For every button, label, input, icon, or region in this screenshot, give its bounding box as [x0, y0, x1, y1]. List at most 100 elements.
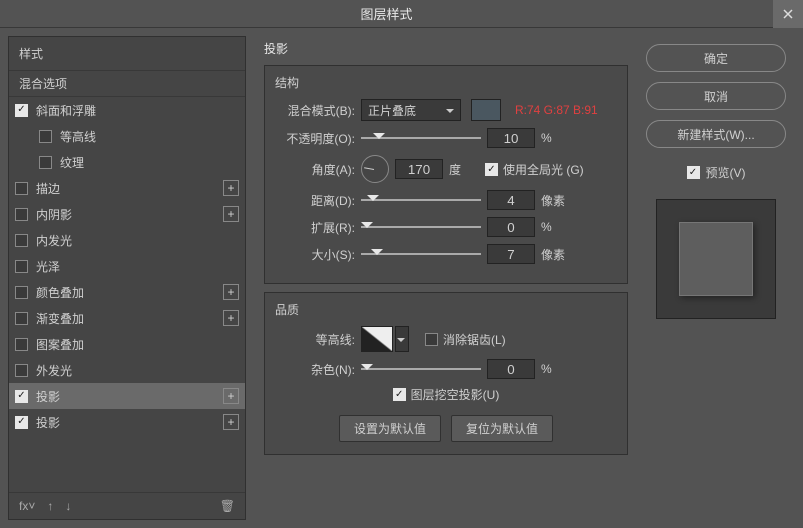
structure-group: 结构 混合模式(B): 正片叠底 R:74 G:87 B:91 不透明度(O):… — [264, 65, 628, 284]
style-label: 投影 — [36, 414, 223, 431]
knockout-checkbox[interactable]: 图层挖空投影(U) — [393, 386, 500, 403]
style-label: 描边 — [36, 180, 223, 197]
style-label: 斜面和浮雕 — [36, 102, 239, 119]
style-item-0[interactable]: 斜面和浮雕 — [9, 97, 245, 123]
style-label: 等高线 — [60, 128, 239, 145]
size-slider[interactable] — [361, 246, 481, 262]
style-item-3[interactable]: 描边+ — [9, 175, 245, 201]
style-checkbox[interactable] — [15, 390, 28, 403]
contour-picker[interactable] — [361, 326, 393, 352]
add-effect-icon[interactable]: + — [223, 414, 239, 430]
blend-options[interactable]: 混合选项 — [9, 71, 245, 97]
trash-icon[interactable]: 🗑 — [220, 499, 235, 513]
close-button[interactable] — [773, 0, 803, 28]
reset-default-button[interactable]: 复位为默认值 — [451, 415, 553, 442]
style-item-12[interactable]: 投影+ — [9, 409, 245, 435]
styles-header: 样式 — [9, 37, 245, 71]
ok-button[interactable]: 确定 — [646, 44, 786, 72]
dialog-title: 图层样式 — [0, 4, 773, 23]
style-item-11[interactable]: 投影+ — [9, 383, 245, 409]
style-item-9[interactable]: 图案叠加 — [9, 331, 245, 357]
style-checkbox[interactable] — [39, 156, 52, 169]
add-effect-icon[interactable]: + — [223, 180, 239, 196]
angle-input[interactable] — [395, 159, 443, 179]
structure-label: 结构 — [275, 74, 617, 91]
style-item-1[interactable]: 等高线 — [9, 123, 245, 149]
noise-slider[interactable] — [361, 361, 481, 377]
style-checkbox[interactable] — [15, 416, 28, 429]
angle-unit: 度 — [449, 161, 479, 178]
noise-label: 杂色(N): — [275, 361, 355, 378]
add-effect-icon[interactable]: + — [223, 310, 239, 326]
style-label: 图案叠加 — [36, 336, 239, 353]
section-title: 投影 — [256, 36, 636, 61]
style-label: 投影 — [36, 388, 223, 405]
style-item-10[interactable]: 外发光 — [9, 357, 245, 383]
style-label: 内发光 — [36, 232, 239, 249]
noise-unit: % — [541, 362, 571, 376]
contour-label: 等高线: — [275, 331, 355, 348]
style-item-2[interactable]: 纹理 — [9, 149, 245, 175]
style-checkbox[interactable] — [15, 104, 28, 117]
global-light-checkbox[interactable]: 使用全局光 (G) — [485, 161, 584, 178]
close-icon — [783, 9, 793, 19]
style-label: 内阴影 — [36, 206, 223, 223]
style-label: 颜色叠加 — [36, 284, 223, 301]
style-checkbox[interactable] — [15, 182, 28, 195]
color-swatch[interactable] — [471, 99, 501, 121]
style-checkbox[interactable] — [15, 364, 28, 377]
add-effect-icon[interactable]: + — [223, 388, 239, 404]
opacity-unit: % — [541, 131, 571, 145]
style-label: 渐变叠加 — [36, 310, 223, 327]
spread-input[interactable] — [487, 217, 535, 237]
style-checkbox[interactable] — [39, 130, 52, 143]
style-item-5[interactable]: 内发光 — [9, 227, 245, 253]
antialias-checkbox[interactable]: 消除锯齿(L) — [425, 331, 506, 348]
opacity-input[interactable] — [487, 128, 535, 148]
add-effect-icon[interactable]: + — [223, 284, 239, 300]
styles-panel: 样式 混合选项 斜面和浮雕等高线纹理描边+内阴影+内发光光泽颜色叠加+渐变叠加+… — [8, 36, 246, 520]
size-unit: 像素 — [541, 246, 571, 263]
set-default-button[interactable]: 设置为默认值 — [339, 415, 441, 442]
style-item-6[interactable]: 光泽 — [9, 253, 245, 279]
color-info: R:74 G:87 B:91 — [515, 103, 598, 117]
distance-input[interactable] — [487, 190, 535, 210]
contour-dropdown[interactable] — [395, 326, 409, 352]
blend-mode-dropdown[interactable]: 正片叠底 — [361, 99, 461, 121]
preview-swatch — [679, 222, 753, 296]
size-input[interactable] — [487, 244, 535, 264]
style-checkbox[interactable] — [15, 286, 28, 299]
distance-slider[interactable] — [361, 192, 481, 208]
opacity-label: 不透明度(O): — [275, 130, 355, 147]
style-item-7[interactable]: 颜色叠加+ — [9, 279, 245, 305]
add-effect-icon[interactable]: + — [223, 206, 239, 222]
style-item-4[interactable]: 内阴影+ — [9, 201, 245, 227]
spread-unit: % — [541, 220, 571, 234]
style-label: 外发光 — [36, 362, 239, 379]
distance-label: 距离(D): — [275, 192, 355, 209]
up-icon[interactable]: ↑ — [47, 499, 53, 513]
down-icon[interactable]: ↓ — [65, 499, 71, 513]
quality-group: 品质 等高线: 消除锯齿(L) 杂色(N): % 图层挖空投影(U) — [264, 292, 628, 455]
fx-icon[interactable]: fx˅ — [19, 499, 35, 513]
angle-dial[interactable] — [361, 155, 389, 183]
style-label: 纹理 — [60, 154, 239, 171]
style-label: 光泽 — [36, 258, 239, 275]
style-checkbox[interactable] — [15, 338, 28, 351]
new-style-button[interactable]: 新建样式(W)... — [646, 120, 786, 148]
style-item-8[interactable]: 渐变叠加+ — [9, 305, 245, 331]
distance-unit: 像素 — [541, 192, 571, 209]
spread-slider[interactable] — [361, 219, 481, 235]
preview-checkbox[interactable]: 预览(V) — [646, 164, 786, 181]
style-checkbox[interactable] — [15, 312, 28, 325]
opacity-slider[interactable] — [361, 130, 481, 146]
preview-box — [656, 199, 776, 319]
style-checkbox[interactable] — [15, 234, 28, 247]
quality-label: 品质 — [275, 301, 617, 318]
style-checkbox[interactable] — [15, 208, 28, 221]
style-checkbox[interactable] — [15, 260, 28, 273]
noise-input[interactable] — [487, 359, 535, 379]
blend-label: 混合选项 — [19, 75, 239, 92]
size-label: 大小(S): — [275, 246, 355, 263]
cancel-button[interactable]: 取消 — [646, 82, 786, 110]
